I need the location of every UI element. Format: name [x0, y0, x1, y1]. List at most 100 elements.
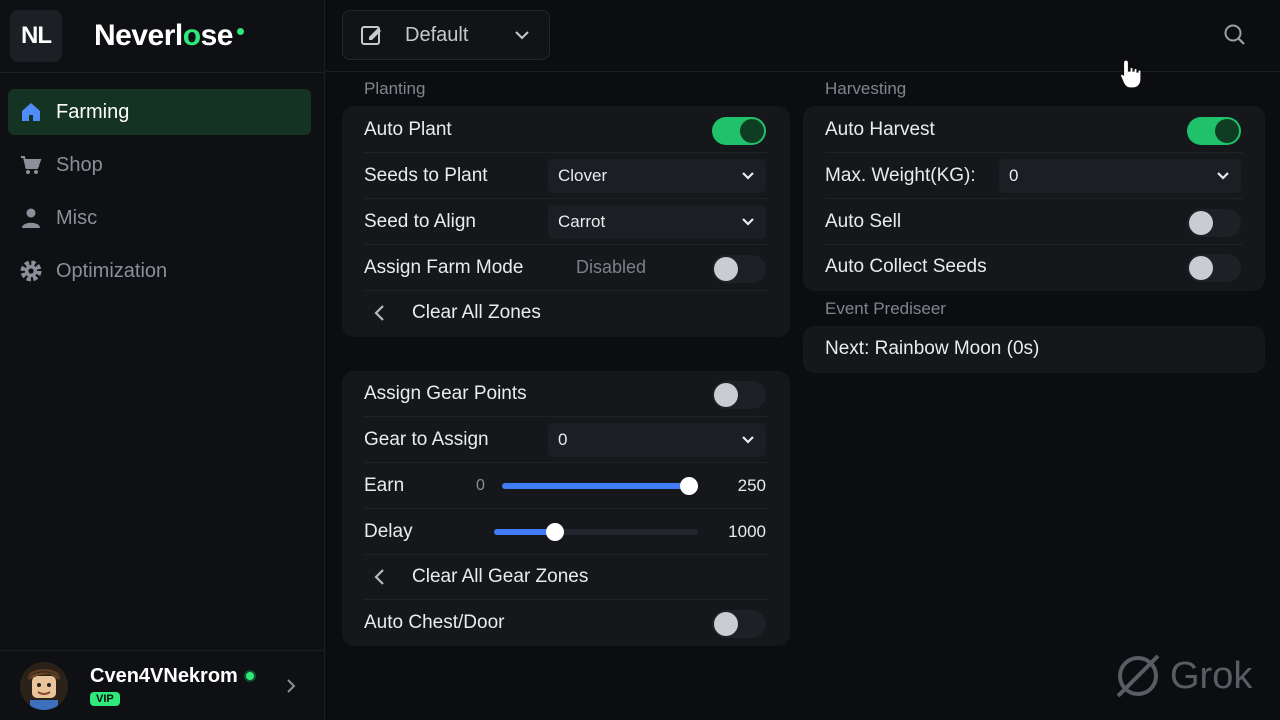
- gear-to-assign-label: Gear to Assign: [364, 428, 489, 450]
- dropdown-value: Carrot: [558, 212, 606, 231]
- sidebar-item-label: Farming: [56, 100, 130, 123]
- planting-card: Auto Plant Seeds to Plant Clover Seed to…: [342, 106, 790, 337]
- gear-card: Assign Gear Points Gear to Assign 0 Earn…: [342, 371, 790, 646]
- sidebar-item-misc[interactable]: Misc: [8, 195, 311, 241]
- delay-value: 1000: [728, 521, 766, 541]
- assign-farm-mode-label: Assign Farm Mode: [364, 256, 524, 278]
- grok-logo-icon: [1116, 654, 1160, 698]
- person-icon: [18, 205, 44, 231]
- grok-watermark: Grok: [1112, 648, 1252, 704]
- sidebar-item-farming[interactable]: Farming: [8, 89, 311, 135]
- dropdown-value: 0: [1009, 166, 1019, 185]
- delay-slider[interactable]: [494, 523, 698, 541]
- auto-collect-row: Auto Collect Seeds: [825, 244, 1243, 290]
- auto-harvest-label: Auto Harvest: [825, 118, 935, 140]
- auto-chest-toggle[interactable]: [712, 610, 766, 638]
- online-status-icon: [243, 670, 256, 682]
- chevron-down-icon: [515, 31, 529, 40]
- max-weight-label: Max. Weight(KG):: [825, 164, 976, 186]
- chevron-down-icon: [742, 436, 754, 444]
- delay-label: Delay: [364, 520, 413, 542]
- toggle-knob: [714, 612, 738, 636]
- user-profile[interactable]: Cven4VNekrom VIP: [0, 650, 325, 720]
- auto-harvest-toggle[interactable]: [1187, 117, 1241, 145]
- toggle-knob: [1189, 211, 1213, 235]
- cart-icon: [18, 152, 44, 178]
- slider-handle[interactable]: [546, 523, 564, 541]
- earn-value: 250: [737, 475, 766, 495]
- clear-zones-label: Clear All Zones: [412, 302, 541, 323]
- toggle-knob: [1215, 119, 1239, 143]
- slider-handle[interactable]: [680, 477, 698, 495]
- auto-sell-row: Auto Sell: [825, 199, 1243, 245]
- dropdown-value: 0: [558, 430, 568, 449]
- clear-gear-zones-label: Clear All Gear Zones: [412, 565, 589, 587]
- chevron-down-icon: [742, 172, 754, 180]
- farm-mode-status: Disabled: [576, 257, 647, 277]
- seeds-to-plant-row: Seeds to Plant Clover: [364, 153, 768, 199]
- chevron-down-icon: [742, 218, 754, 226]
- toggle-knob: [714, 383, 738, 407]
- seed-to-align-dropdown[interactable]: Carrot: [548, 205, 766, 239]
- chevron-right-icon[interactable]: [282, 677, 300, 695]
- vip-badge: VIP: [90, 691, 120, 706]
- auto-chest-row: Auto Chest/Door: [364, 600, 768, 646]
- assign-farm-mode-row: Assign Farm Mode Disabled: [364, 245, 768, 291]
- event-next-label: Next: Rainbow Moon (0s): [825, 338, 1040, 359]
- seed-to-align-row: Seed to Align Carrot: [364, 199, 768, 245]
- brand-name-main: Neverl: [94, 19, 183, 52]
- brand: NL Neverlose: [10, 10, 244, 62]
- dropdown-value: Clover: [558, 166, 608, 185]
- gear-icon: [18, 258, 44, 284]
- auto-collect-toggle[interactable]: [1187, 254, 1241, 282]
- brand-name-tail: se: [200, 19, 234, 52]
- seed-to-align-label: Seed to Align: [364, 210, 476, 232]
- auto-sell-toggle[interactable]: [1187, 209, 1241, 237]
- sidebar-item-shop[interactable]: Shop: [8, 142, 311, 188]
- auto-sell-label: Auto Sell: [825, 210, 902, 232]
- harvesting-title: Harvesting: [825, 79, 907, 98]
- brand-dot-icon: [236, 27, 244, 35]
- toggle-knob: [1189, 256, 1213, 280]
- chevron-down-icon: [1217, 172, 1229, 180]
- toggle-knob: [740, 119, 764, 143]
- seeds-to-plant-label: Seeds to Plant: [364, 164, 488, 186]
- brand-name-accent: o: [182, 19, 201, 52]
- nl-logo: NL: [10, 10, 62, 62]
- max-weight-dropdown[interactable]: 0: [999, 159, 1241, 193]
- auto-collect-label: Auto Collect Seeds: [825, 256, 987, 277]
- earn-slider[interactable]: [502, 477, 698, 495]
- toggle-knob: [714, 257, 738, 281]
- sidebar-item-label: Shop: [56, 153, 103, 176]
- chevron-left-icon: [374, 568, 384, 585]
- seeds-to-plant-dropdown[interactable]: Clover: [548, 159, 766, 193]
- sidebar-item-label: Misc: [56, 206, 98, 229]
- assign-gear-points-toggle[interactable]: [712, 381, 766, 409]
- brand-name: Neverlose: [94, 19, 233, 53]
- clear-zones-row[interactable]: Clear All Zones: [364, 290, 768, 336]
- edit-icon: [361, 26, 381, 45]
- search-icon[interactable]: [1222, 22, 1248, 48]
- event-title: Event Prediseer: [825, 299, 946, 318]
- sidebar-item-optimization[interactable]: Optimization: [8, 248, 311, 294]
- gear-to-assign-dropdown[interactable]: 0: [548, 423, 766, 457]
- config-select[interactable]: Default: [342, 10, 550, 60]
- event-next-row: Next: Rainbow Moon (0s): [825, 326, 1243, 372]
- user-name: Cven4VNekrom: [90, 664, 238, 687]
- auto-harvest-row: Auto Harvest: [825, 107, 1243, 153]
- planting-title: Planting: [364, 79, 426, 98]
- earn-min: 0: [476, 476, 485, 494]
- sidebar: NL Neverlose Farming Shop Misc Optimizat…: [0, 0, 325, 720]
- home-icon: [18, 99, 44, 125]
- harvesting-card: Auto Harvest Max. Weight(KG): 0 Auto Sel…: [803, 106, 1265, 291]
- grok-text: Grok: [1170, 654, 1253, 697]
- user-name-row: Cven4VNekrom: [90, 665, 256, 688]
- auto-plant-toggle[interactable]: [712, 117, 766, 145]
- auto-chest-label: Auto Chest/Door: [364, 612, 505, 633]
- delay-row: Delay 1000: [364, 509, 768, 555]
- assign-farm-mode-toggle[interactable]: [712, 255, 766, 283]
- user-info: Cven4VNekrom VIP: [90, 665, 256, 707]
- clear-gear-zones-row[interactable]: Clear All Gear Zones: [364, 554, 768, 600]
- sidebar-nav: Farming Shop Misc Optimization: [8, 89, 311, 301]
- sidebar-divider: [0, 72, 325, 73]
